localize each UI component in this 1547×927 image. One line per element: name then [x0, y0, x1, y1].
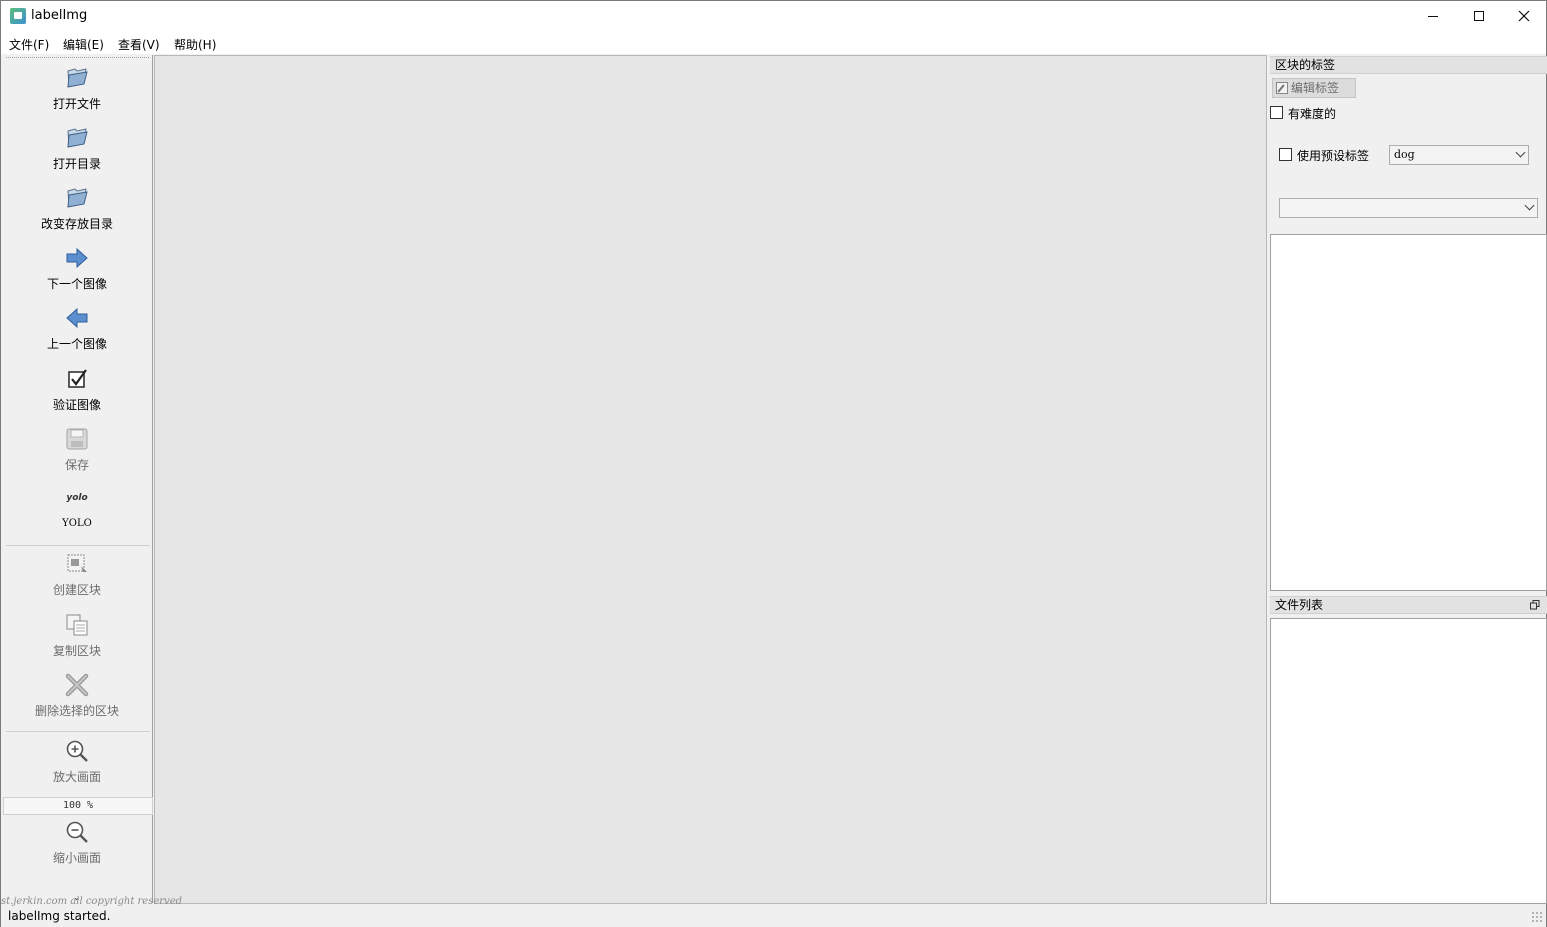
prev-image-button[interactable]: 上一个图像	[2, 305, 152, 352]
toolbar-grip[interactable]	[6, 57, 149, 60]
menu-edit[interactable]: 编辑(E)	[63, 36, 104, 53]
delete-box-label: 删除选择的区块	[34, 704, 119, 718]
toolbar-separator	[6, 545, 150, 546]
folder-open-icon	[67, 188, 88, 208]
toolbar-separator	[6, 731, 150, 732]
change-save-dir-label: 改变存放目录	[40, 217, 113, 231]
folder-open-icon	[67, 68, 88, 88]
menu-bar: 文件(F) 编辑(E) 查看(V) 帮助(H)	[1, 32, 1546, 54]
folder-open-icon	[67, 128, 88, 148]
maximize-icon	[1474, 11, 1484, 21]
status-bar: labelImg started.	[1, 906, 1546, 927]
verify-image-button[interactable]: 验证图像	[2, 366, 152, 413]
file-list[interactable]	[1270, 618, 1547, 904]
zoom-out-label: 缩小画面	[52, 851, 101, 865]
main-window: labelImg 文件(F) 编辑(E) 查看(V) 帮助(H) 打开文件 打开…	[0, 0, 1547, 927]
open-file-button[interactable]: 打开文件	[2, 65, 152, 112]
zoom-in-icon	[66, 740, 88, 762]
zoom-in-button[interactable]: 放大画面	[2, 738, 152, 785]
format-button[interactable]: yolo YOLO	[2, 491, 152, 529]
maximize-button[interactable]	[1456, 1, 1502, 31]
arrow-left-icon	[66, 307, 88, 329]
yolo-icon: yolo	[66, 493, 88, 503]
save-label: 保存	[64, 458, 89, 472]
open-dir-button[interactable]: 打开目录	[2, 125, 152, 172]
close-icon	[1518, 10, 1530, 22]
delete-x-icon	[65, 673, 89, 697]
zoom-in-label: 放大画面	[52, 770, 101, 784]
create-rect-icon	[67, 554, 87, 572]
floppy-disk-icon	[66, 428, 88, 450]
chevron-down-icon	[1524, 200, 1535, 211]
edit-label-button[interactable]: 编辑标签	[1272, 78, 1356, 98]
file-dock-title: 文件列表	[1270, 596, 1547, 614]
save-button[interactable]: 保存	[2, 426, 152, 473]
label-list[interactable]	[1270, 234, 1547, 591]
default-label-value: dog	[1394, 148, 1415, 161]
checkbox-checked-icon	[68, 369, 87, 388]
delete-box-button[interactable]: 删除选择的区块	[2, 672, 152, 719]
minimize-button[interactable]	[1410, 1, 1456, 31]
arrow-right-icon	[66, 247, 88, 269]
resize-grip[interactable]	[1531, 911, 1543, 923]
default-label-select[interactable]: dog	[1389, 145, 1529, 165]
open-dir-label: 打开目录	[52, 157, 101, 171]
chevron-down-icon	[1515, 147, 1526, 158]
next-image-label: 下一个图像	[46, 277, 107, 291]
next-image-button[interactable]: 下一个图像	[2, 245, 152, 292]
app-icon	[10, 8, 26, 24]
labels-dock-title: 区块的标签	[1270, 56, 1547, 74]
menu-help[interactable]: 帮助(H)	[174, 36, 216, 53]
float-dock-icon[interactable]	[1530, 600, 1540, 610]
difficult-label: 有难度的	[1288, 107, 1337, 121]
close-button[interactable]	[1501, 1, 1547, 31]
create-box-button[interactable]: 创建区块	[2, 551, 152, 598]
open-file-label: 打开文件	[52, 97, 101, 111]
prev-image-label: 上一个图像	[46, 337, 107, 351]
menu-file[interactable]: 文件(F)	[9, 36, 49, 53]
minimize-icon	[1428, 15, 1438, 17]
edit-label-text: 编辑标签	[1291, 81, 1340, 95]
window-title: labelImg	[31, 8, 88, 23]
zoom-out-button[interactable]: 缩小画面	[2, 819, 152, 866]
image-canvas[interactable]	[154, 55, 1267, 904]
title-bar: labelImg	[1, 1, 1546, 32]
change-save-dir-button[interactable]: 改变存放目录	[2, 185, 152, 232]
status-text: labelImg started.	[8, 909, 111, 923]
zoom-spinbox[interactable]: 100 %	[3, 797, 153, 815]
create-box-label: 创建区块	[52, 583, 101, 597]
duplicate-box-button[interactable]: 复制区块	[2, 612, 152, 659]
edit-icon	[1276, 82, 1288, 94]
tool-bar: 打开文件 打开目录 改变存放目录 下一个图像 上一个图像 验证图像 保存 yol…	[2, 55, 153, 903]
label-filter-select[interactable]	[1279, 198, 1538, 218]
copy-icon	[66, 614, 88, 636]
verify-image-label: 验证图像	[52, 398, 101, 412]
zoom-out-icon	[66, 821, 88, 843]
use-default-label-checkbox[interactable]	[1279, 148, 1292, 161]
format-label: YOLO	[62, 518, 92, 529]
use-default-label-label: 使用预设标签	[1297, 149, 1370, 163]
menu-view[interactable]: 查看(V)	[118, 36, 160, 53]
duplicate-box-label: 复制区块	[52, 644, 101, 658]
difficult-checkbox[interactable]	[1270, 106, 1283, 119]
